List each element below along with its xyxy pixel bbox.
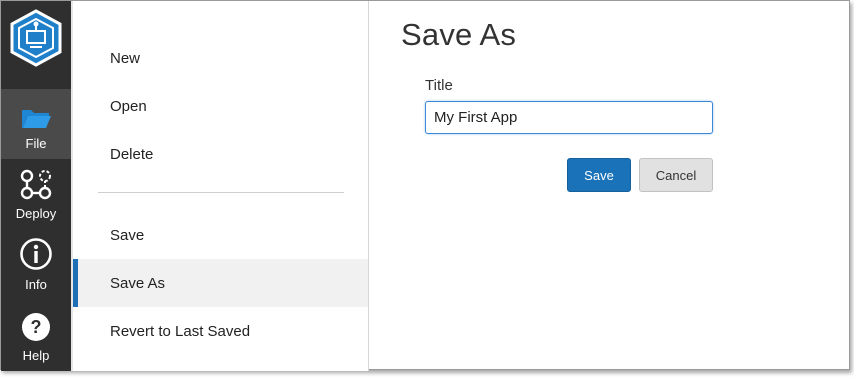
menu-item-label: Open — [110, 97, 147, 115]
menu-item-save-as[interactable]: Save As — [73, 259, 368, 307]
help-icon: ? — [22, 313, 50, 341]
menu-item-save[interactable]: Save — [73, 211, 368, 259]
rail-item-label: File — [25, 136, 47, 151]
menu-item-label: Save — [110, 226, 145, 244]
rail-item-file[interactable]: File — [1, 89, 71, 159]
left-rail: File Deploy Info ? Help — [1, 1, 71, 371]
svg-text:?: ? — [31, 317, 42, 337]
title-label: Title — [425, 77, 453, 94]
menu-item-revert[interactable]: Revert to Last Saved — [73, 307, 368, 355]
rail-item-help[interactable]: ? Help — [1, 301, 71, 371]
cancel-button[interactable]: Cancel — [639, 158, 713, 192]
menu-item-label: New — [110, 49, 141, 67]
menu-item-label: Save As — [110, 274, 166, 292]
save-as-panel: Save As Title Save Cancel — [369, 1, 849, 371]
menu-item-open[interactable]: Open — [73, 82, 368, 130]
rail-item-label: Help — [22, 348, 50, 363]
app-window: File Deploy Info ? Help New Open Delete … — [0, 0, 850, 371]
rail-item-label: Info — [25, 277, 47, 292]
rail-item-deploy[interactable]: Deploy — [1, 159, 71, 229]
deploy-icon — [20, 169, 52, 200]
app-logo-icon — [10, 9, 62, 67]
menu-item-label: Delete — [110, 145, 154, 163]
rail-item-info[interactable]: Info — [1, 230, 71, 300]
menu-item-delete[interactable]: Delete — [73, 130, 368, 178]
menu-divider — [98, 192, 344, 193]
page-title: Save As — [401, 17, 517, 52]
rail-item-label: Deploy — [15, 206, 57, 221]
title-input[interactable] — [425, 101, 713, 134]
info-icon — [20, 238, 52, 270]
folder-icon — [22, 110, 51, 128]
file-menu: New Open Delete Save Save As Revert to L… — [73, 1, 369, 371]
save-button[interactable]: Save — [567, 158, 631, 192]
menu-item-new[interactable]: New — [73, 34, 368, 82]
menu-item-label: Revert to Last Saved — [110, 322, 251, 340]
